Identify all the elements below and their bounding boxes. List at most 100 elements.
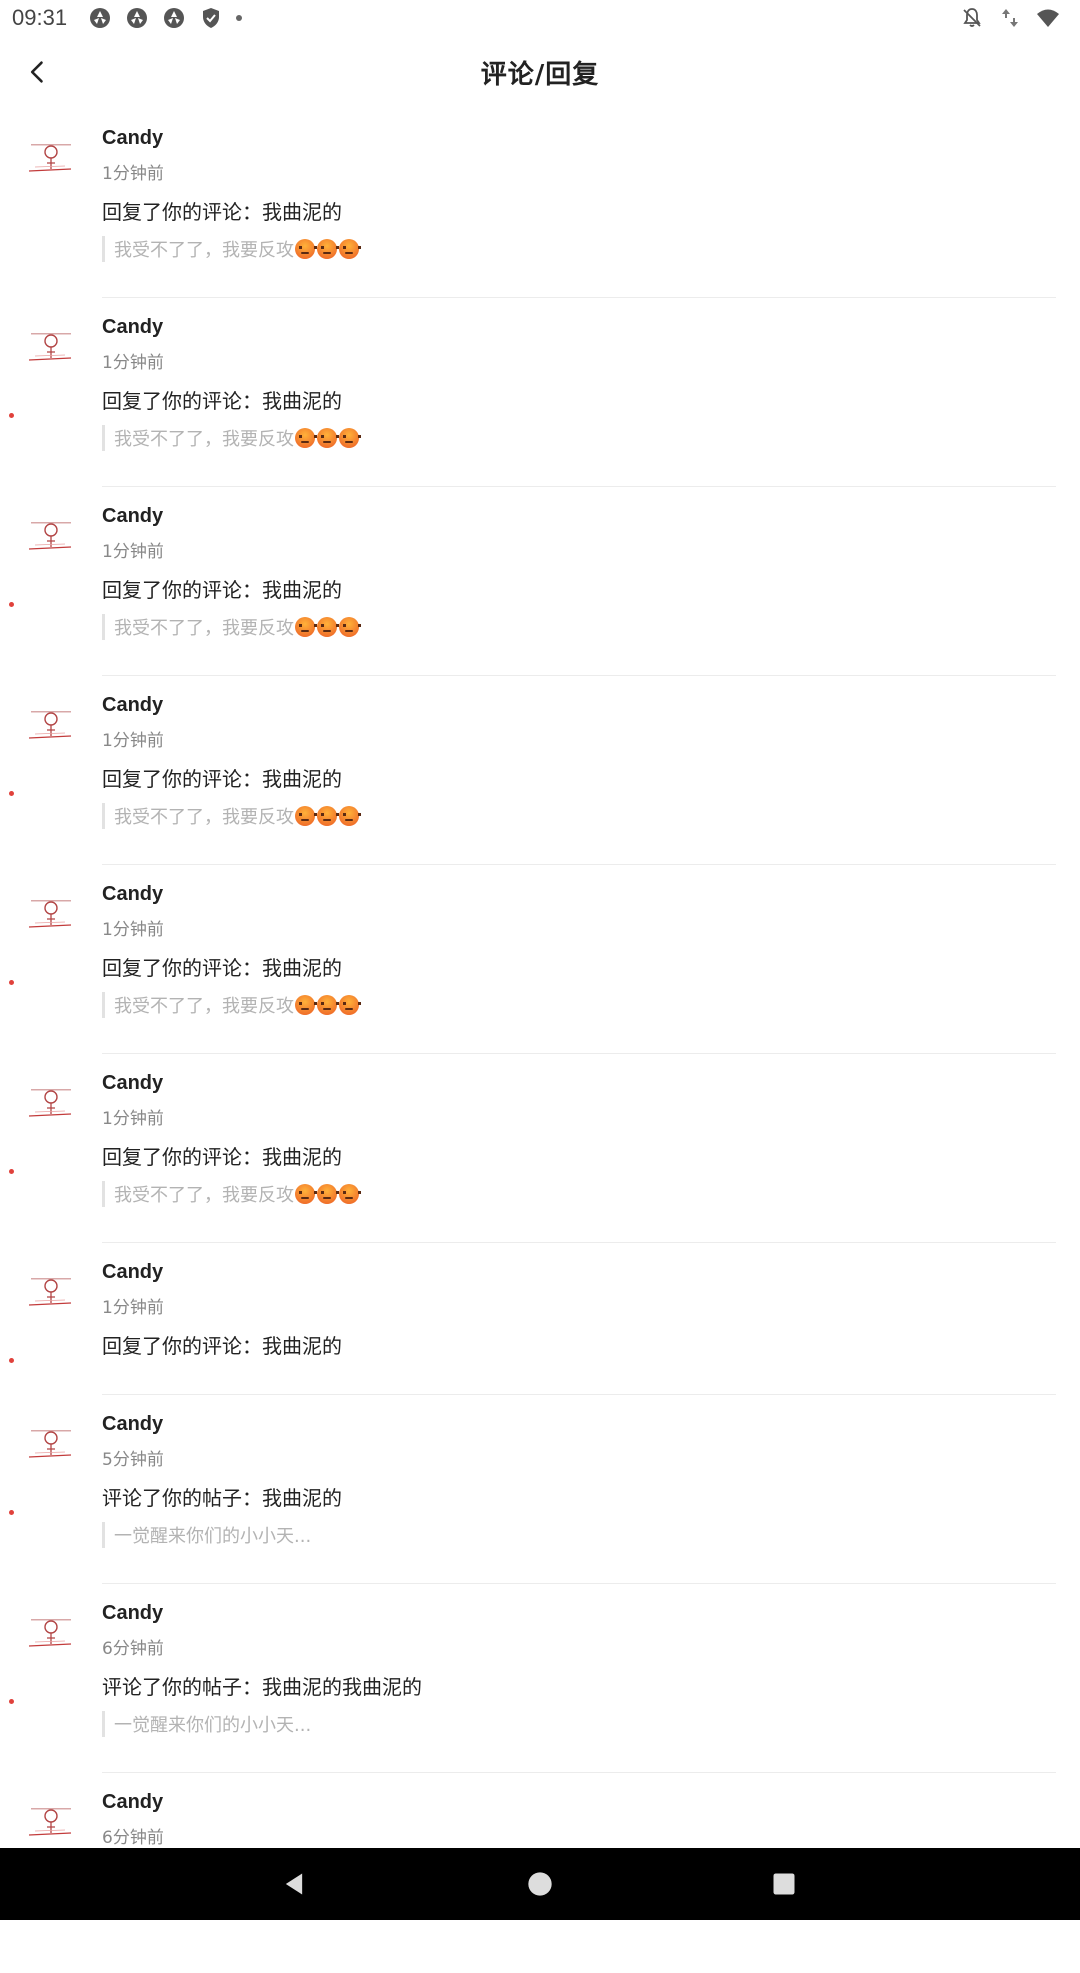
avatar[interactable] bbox=[27, 1082, 83, 1138]
quoted-text: 一觉醒来你们的小小天... bbox=[102, 1522, 311, 1548]
nav-home-button[interactable] bbox=[522, 1866, 558, 1902]
timestamp: 1分钟前 bbox=[102, 920, 164, 940]
shield-icon bbox=[203, 8, 220, 28]
divider bbox=[102, 675, 1056, 676]
emoji-group bbox=[295, 806, 361, 826]
quoted-text: 我受不了了，我要反攻 bbox=[102, 803, 361, 829]
data-arrows-icon bbox=[1002, 9, 1018, 27]
notification-list: Candy 1分钟前 回复了你的评论：我曲泥的 我受不了了，我要反攻 Candy … bbox=[0, 120, 1080, 1973]
avatar[interactable] bbox=[27, 1612, 83, 1668]
timestamp: 1分钟前 bbox=[102, 1109, 164, 1129]
nav-recents-button[interactable] bbox=[766, 1866, 802, 1902]
divider bbox=[102, 1583, 1056, 1584]
angry-face-icon bbox=[339, 1184, 361, 1204]
username[interactable]: Candy bbox=[102, 883, 163, 906]
aperture-icon bbox=[164, 8, 185, 28]
avatar[interactable] bbox=[27, 1271, 83, 1327]
username[interactable]: Candy bbox=[102, 1072, 163, 1095]
quote-label: 我受不了了，我要反攻 bbox=[114, 240, 294, 261]
list-item[interactable]: Candy 1分钟前 回复了你的评论：我曲泥的 我受不了了，我要反攻 bbox=[0, 498, 1080, 687]
quote-label: 我受不了了，我要反攻 bbox=[114, 1185, 294, 1206]
timestamp: 1分钟前 bbox=[102, 731, 164, 751]
avatar[interactable] bbox=[27, 137, 83, 193]
angry-face-icon bbox=[339, 617, 361, 637]
list-item[interactable]: Candy 5分钟前 评论了你的帖子：我曲泥的 一觉醒来你们的小小天... bbox=[0, 1406, 1080, 1595]
divider bbox=[102, 1053, 1056, 1054]
chevron-left-icon bbox=[30, 61, 43, 83]
notification-message: 回复了你的评论：我曲泥的 bbox=[102, 1334, 342, 1358]
unread-dot bbox=[9, 413, 14, 418]
back-triangle-icon bbox=[285, 1873, 303, 1895]
notification-message: 回复了你的评论：我曲泥的 bbox=[102, 767, 342, 791]
unread-dot bbox=[9, 1169, 14, 1174]
username[interactable]: Candy bbox=[102, 1791, 163, 1814]
system-nav-bar bbox=[0, 1848, 1080, 1920]
quote-label: 我受不了了，我要反攻 bbox=[114, 996, 294, 1017]
avatar-sketch-icon bbox=[28, 900, 72, 928]
divider bbox=[102, 864, 1056, 865]
unread-dot bbox=[9, 1510, 14, 1515]
list-item[interactable]: Candy 1分钟前 回复了你的评论：我曲泥的 我受不了了，我要反攻 bbox=[0, 876, 1080, 1065]
back-button[interactable] bbox=[14, 48, 62, 96]
notification-message: 评论了你的帖子：我曲泥的我曲泥的 bbox=[102, 1675, 422, 1699]
quoted-text: 我受不了了，我要反攻 bbox=[102, 1181, 361, 1207]
notifications-off-icon bbox=[963, 8, 981, 27]
timestamp: 6分钟前 bbox=[102, 1639, 164, 1659]
notification-message: 回复了你的评论：我曲泥的 bbox=[102, 200, 342, 224]
divider bbox=[102, 297, 1056, 298]
unread-dot bbox=[9, 1699, 14, 1704]
divider bbox=[102, 1242, 1056, 1243]
emoji-group bbox=[295, 617, 361, 637]
username[interactable]: Candy bbox=[102, 694, 163, 717]
avatar[interactable] bbox=[27, 893, 83, 949]
username[interactable]: Candy bbox=[102, 1602, 163, 1625]
nav-back-button[interactable] bbox=[276, 1866, 312, 1902]
status-time: 09:31 bbox=[12, 5, 68, 30]
username[interactable]: Candy bbox=[102, 505, 163, 528]
username[interactable]: Candy bbox=[102, 1261, 163, 1284]
aperture-icon bbox=[90, 8, 111, 28]
angry-face-icon bbox=[317, 1184, 339, 1204]
angry-face-icon bbox=[317, 617, 339, 637]
notification-message: 回复了你的评论：我曲泥的 bbox=[102, 389, 342, 413]
emoji-group bbox=[295, 995, 361, 1015]
quoted-text: 我受不了了，我要反攻 bbox=[102, 425, 361, 451]
username[interactable]: Candy bbox=[102, 127, 163, 150]
angry-face-icon bbox=[295, 428, 317, 448]
list-item[interactable]: Candy 1分钟前回复了你的评论：我曲泥的 我受不了了，我要反攻 bbox=[0, 120, 1080, 309]
quoted-text: 我受不了了，我要反攻 bbox=[102, 614, 361, 640]
unread-dot bbox=[9, 980, 14, 985]
angry-face-icon bbox=[317, 806, 339, 826]
avatar[interactable] bbox=[27, 1423, 83, 1479]
list-item[interactable]: Candy 6分钟前 评论了你的帖子：我曲泥的我曲泥的 一觉醒来你们的小小天... bbox=[0, 1595, 1080, 1784]
divider bbox=[102, 1394, 1056, 1395]
recents-square-icon bbox=[773, 1873, 795, 1895]
unread-dot bbox=[9, 1358, 14, 1363]
list-item[interactable]: Candy 1分钟前 回复了你的评论：我曲泥的 bbox=[0, 1254, 1080, 1406]
list-item[interactable]: Candy 1分钟前 回复了你的评论：我曲泥的 我受不了了，我要反攻 bbox=[0, 1065, 1080, 1254]
avatar-sketch-icon bbox=[28, 1619, 72, 1647]
avatar-sketch-icon bbox=[28, 1278, 72, 1306]
list-item[interactable]: Candy 1分钟前回复了你的评论：我曲泥的 我受不了了，我要反攻 bbox=[0, 687, 1080, 876]
home-circle-icon bbox=[528, 1872, 552, 1896]
page-title: 评论/回复 bbox=[480, 59, 600, 90]
username[interactable]: Candy bbox=[102, 316, 163, 339]
quote-label: 我受不了了，我要反攻 bbox=[114, 429, 294, 450]
timestamp: 5分钟前 bbox=[102, 1450, 164, 1470]
angry-face-icon bbox=[339, 806, 361, 826]
avatar[interactable] bbox=[27, 326, 83, 382]
avatar[interactable] bbox=[27, 704, 83, 760]
angry-face-icon bbox=[295, 239, 317, 259]
angry-face-icon bbox=[339, 428, 361, 448]
angry-face-icon bbox=[295, 995, 317, 1015]
avatar-sketch-icon bbox=[28, 333, 72, 361]
avatar-sketch-icon bbox=[28, 522, 72, 550]
aperture-icon bbox=[127, 8, 148, 28]
list-item[interactable]: Candy 1分钟前 回复了你的评论：我曲泥的 我受不了了，我要反攻 bbox=[0, 309, 1080, 498]
dot-icon bbox=[236, 15, 243, 21]
timestamp: 1分钟前 bbox=[102, 164, 164, 184]
avatar[interactable] bbox=[27, 515, 83, 571]
emoji-group bbox=[295, 239, 361, 259]
username[interactable]: Candy bbox=[102, 1413, 163, 1436]
avatar-sketch-icon bbox=[28, 1430, 72, 1458]
